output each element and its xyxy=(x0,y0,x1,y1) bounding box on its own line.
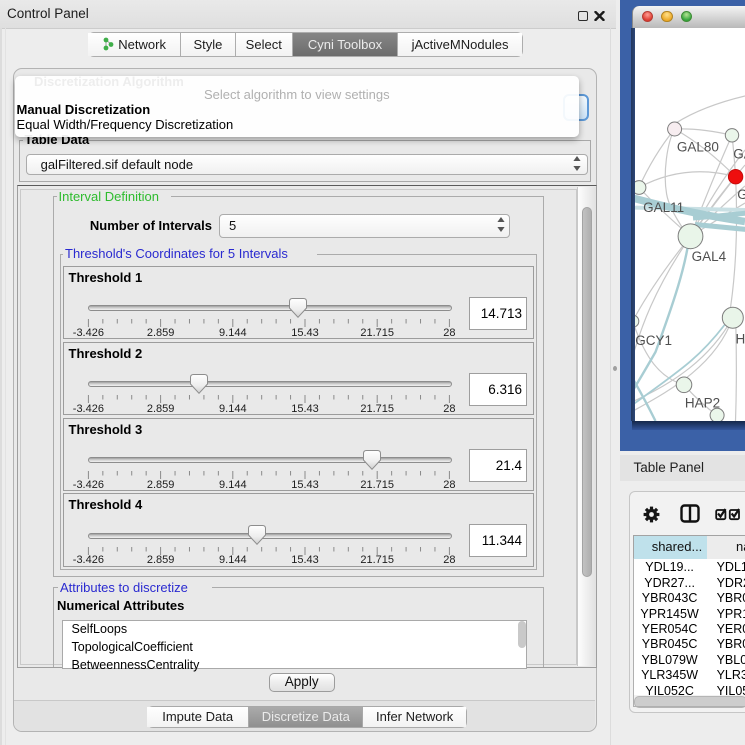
svg-text:GAL4: GAL4 xyxy=(692,249,727,264)
svg-text:HAP2: HAP2 xyxy=(685,395,720,410)
svg-text:GA: GA xyxy=(733,146,744,161)
svg-text:GCY1: GCY1 xyxy=(635,333,672,348)
svg-text:GAL80: GAL80 xyxy=(677,140,719,155)
svg-text:H: H xyxy=(736,331,745,346)
svg-text:G: G xyxy=(737,187,744,202)
svg-text:GAL11: GAL11 xyxy=(643,200,684,215)
